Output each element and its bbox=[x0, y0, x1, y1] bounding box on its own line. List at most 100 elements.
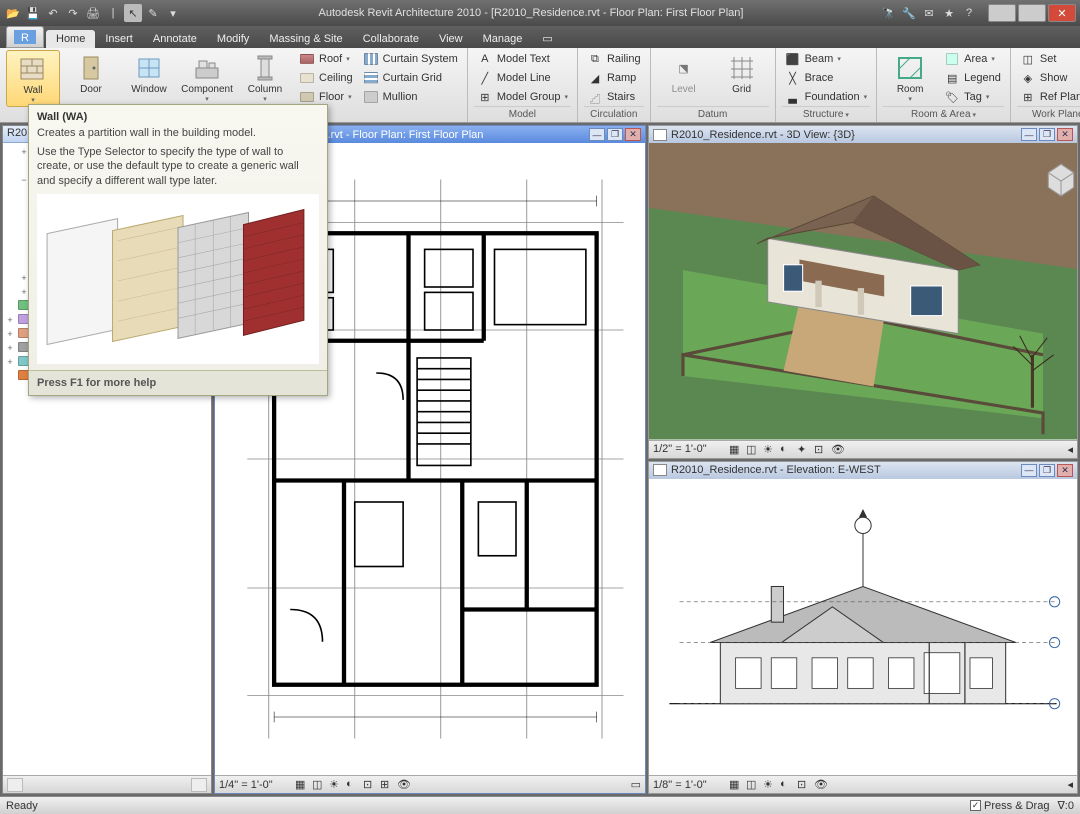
ceiling-button[interactable]: Ceiling bbox=[296, 69, 356, 87]
view-min-button[interactable]: — bbox=[1021, 128, 1037, 141]
tab-modify[interactable]: Modify bbox=[207, 30, 259, 48]
tab-view[interactable]: View bbox=[429, 30, 473, 48]
favorite-icon[interactable]: ★ bbox=[940, 4, 958, 22]
tab-home[interactable]: Home bbox=[46, 30, 95, 48]
shadows-icon[interactable]: ◐ bbox=[780, 443, 795, 456]
view-max-button[interactable]: ❐ bbox=[607, 128, 623, 141]
show-button[interactable]: ◈Show bbox=[1017, 69, 1080, 87]
undo-icon[interactable]: ↶ bbox=[44, 4, 62, 22]
expand-icon[interactable]: + bbox=[5, 343, 15, 353]
help-icon[interactable]: ? bbox=[960, 4, 978, 22]
print-icon[interactable]: 🖨 bbox=[84, 4, 102, 22]
tab-collaborate[interactable]: Collaborate bbox=[353, 30, 429, 48]
model-group-button[interactable]: ⊞Model Group bbox=[474, 88, 571, 106]
detail-level-icon[interactable]: ▦ bbox=[729, 443, 744, 456]
crop-region-icon[interactable]: ⊞ bbox=[380, 778, 395, 791]
app-menu-button[interactable]: R bbox=[6, 26, 44, 48]
view-3d[interactable]: R2010_Residence.rvt - 3D View: {3D} — ❐ … bbox=[648, 125, 1078, 459]
railing-button[interactable]: ⧉Railing bbox=[584, 50, 644, 68]
mullion-button[interactable]: Mullion bbox=[360, 88, 461, 106]
view-min-button[interactable]: — bbox=[1021, 464, 1037, 477]
level-button[interactable]: ⬔ Level bbox=[657, 50, 711, 97]
hide-icon[interactable]: 👁 bbox=[397, 778, 412, 791]
minimize-button[interactable]: — bbox=[988, 4, 1016, 22]
save-icon[interactable]: 💾 bbox=[24, 4, 42, 22]
cursor-icon[interactable]: ↖ bbox=[124, 4, 142, 22]
tab-insert[interactable]: Insert bbox=[95, 30, 143, 48]
tag-button[interactable]: 🏷Tag bbox=[941, 88, 1004, 106]
tab-manage[interactable]: Manage bbox=[473, 30, 533, 48]
visual-style-icon[interactable]: ◫ bbox=[746, 778, 761, 791]
wall-button[interactable]: Wall bbox=[6, 50, 60, 107]
view-close-button[interactable]: ✕ bbox=[1057, 464, 1073, 477]
qat-dropdown-icon[interactable]: ▾ bbox=[164, 4, 182, 22]
curtain-grid-button[interactable]: Curtain Grid bbox=[360, 69, 461, 87]
tab-overflow-icon[interactable]: ▭ bbox=[532, 29, 562, 48]
shadows-icon[interactable]: ◐ bbox=[780, 778, 795, 791]
maximize-button[interactable]: ❐ bbox=[1018, 4, 1046, 22]
close-button[interactable]: ✕ bbox=[1048, 4, 1076, 22]
grid-button[interactable]: Grid bbox=[715, 50, 769, 97]
curtain-system-button[interactable]: Curtain System bbox=[360, 50, 461, 68]
column-button[interactable]: Column bbox=[238, 50, 292, 105]
room-button[interactable]: Room bbox=[883, 50, 937, 105]
view-min-button[interactable]: — bbox=[589, 128, 605, 141]
brace-button[interactable]: ╳Brace bbox=[782, 69, 871, 87]
crop-icon[interactable]: ⊡ bbox=[814, 443, 829, 456]
legend-button[interactable]: ▤Legend bbox=[941, 69, 1004, 87]
view-max-button[interactable]: ❐ bbox=[1039, 464, 1055, 477]
crop-icon[interactable]: ⊡ bbox=[797, 778, 812, 791]
shadows-icon[interactable]: ◐ bbox=[346, 778, 361, 791]
browser-footer-btn[interactable] bbox=[7, 778, 23, 792]
model-line-button[interactable]: ╱Model Line bbox=[474, 69, 571, 87]
nav-left-icon[interactable]: ◂ bbox=[1067, 778, 1073, 791]
set-button[interactable]: ◫Set bbox=[1017, 50, 1080, 68]
browser-footer-btn[interactable] bbox=[191, 778, 207, 792]
sun-path-icon[interactable]: ☀ bbox=[329, 778, 344, 791]
foundation-button[interactable]: ▃Foundation bbox=[782, 88, 871, 106]
visual-style-icon[interactable]: ◫ bbox=[312, 778, 327, 791]
view-expand-icon[interactable]: ▭ bbox=[631, 778, 641, 791]
view-scale[interactable]: 1/4" = 1'-0" bbox=[219, 779, 289, 791]
sun-path-icon[interactable]: ☀ bbox=[763, 443, 778, 456]
sync-icon[interactable]: ✎ bbox=[144, 4, 162, 22]
area-button[interactable]: Area bbox=[941, 50, 1004, 68]
expand-icon[interactable]: + bbox=[5, 315, 15, 325]
view-elevation[interactable]: R2010_Residence.rvt - Elevation: E-WEST … bbox=[648, 461, 1078, 795]
panel-label[interactable]: Structure bbox=[782, 106, 871, 122]
crop-icon[interactable]: ⊡ bbox=[363, 778, 378, 791]
door-button[interactable]: Door bbox=[64, 50, 118, 97]
view-titlebar[interactable]: R2010_Residence.rvt - 3D View: {3D} — ❐ … bbox=[649, 126, 1077, 143]
key-icon[interactable]: 🔧 bbox=[900, 4, 918, 22]
tab-annotate[interactable]: Annotate bbox=[143, 30, 207, 48]
hide-icon[interactable]: 👁 bbox=[814, 778, 829, 791]
binoculars-icon[interactable]: 🔭 bbox=[880, 4, 898, 22]
stairs-button[interactable]: 𓊍Stairs bbox=[584, 88, 644, 106]
hide-icon[interactable]: 👁 bbox=[831, 443, 846, 456]
detail-level-icon[interactable]: ▦ bbox=[729, 778, 744, 791]
view-scale[interactable]: 1/2" = 1'-0" bbox=[653, 443, 723, 455]
window-button[interactable]: Window bbox=[122, 50, 176, 97]
visual-style-icon[interactable]: ◫ bbox=[746, 443, 761, 456]
redo-icon[interactable]: ↷ bbox=[64, 4, 82, 22]
view-close-button[interactable]: ✕ bbox=[625, 128, 641, 141]
beam-button[interactable]: ⬛Beam bbox=[782, 50, 871, 68]
tab-massing-site[interactable]: Massing & Site bbox=[259, 30, 352, 48]
rendering-icon[interactable]: ✦ bbox=[797, 443, 812, 456]
roof-button[interactable]: Roof bbox=[296, 50, 356, 68]
ramp-button[interactable]: ◢Ramp bbox=[584, 69, 644, 87]
expand-icon[interactable]: + bbox=[5, 357, 15, 367]
communicate-icon[interactable]: ✉ bbox=[920, 4, 938, 22]
open-icon[interactable]: 📂 bbox=[4, 4, 22, 22]
panel-label[interactable]: Room & Area bbox=[883, 106, 1004, 122]
view-titlebar[interactable]: R2010_Residence.rvt - Elevation: E-WEST … bbox=[649, 462, 1077, 479]
press-drag-toggle[interactable]: ✓Press & Drag bbox=[970, 800, 1049, 812]
view-close-button[interactable]: ✕ bbox=[1057, 128, 1073, 141]
sun-path-icon[interactable]: ☀ bbox=[763, 778, 778, 791]
view-max-button[interactable]: ❐ bbox=[1039, 128, 1055, 141]
view-3d-canvas[interactable] bbox=[649, 143, 1077, 440]
nav-left-icon[interactable]: ◂ bbox=[1067, 443, 1073, 456]
component-button[interactable]: Component bbox=[180, 50, 234, 105]
ref-plane-button[interactable]: ⊞Ref Plane bbox=[1017, 88, 1080, 106]
view-scale[interactable]: 1/8" = 1'-0" bbox=[653, 779, 723, 791]
